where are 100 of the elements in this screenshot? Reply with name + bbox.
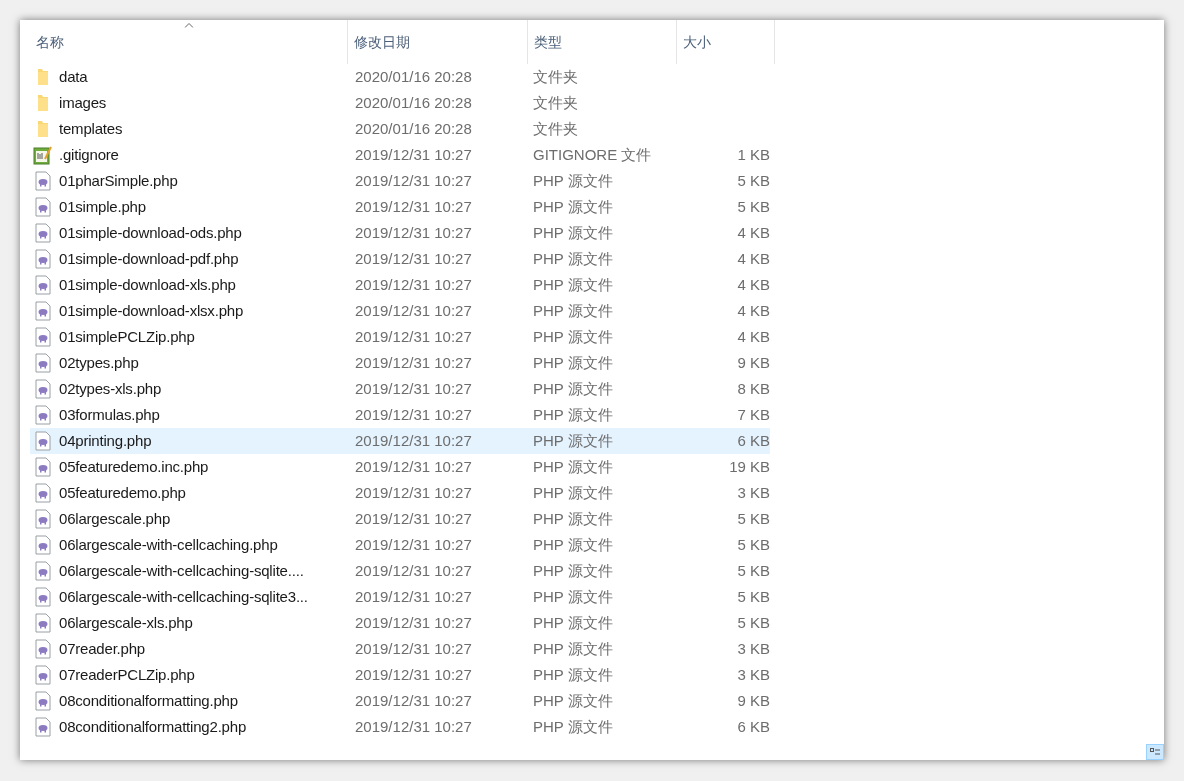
php-file-icon — [35, 301, 51, 321]
file-row[interactable]: 06largescale-xls.php 2019/12/31 10:27 PHP 源文件 5 KB — [30, 610, 770, 636]
file-name: templates — [59, 118, 123, 139]
file-row[interactable]: 01simple-download-ods.php 2019/12/31 10:27 PHP 源文件 4 KB — [30, 220, 770, 246]
file-row[interactable]: 02types.php 2019/12/31 10:27 PHP 源文件 9 KB — [30, 350, 770, 376]
file-name: 02types-xls.php — [59, 378, 162, 399]
file-name: data — [59, 66, 88, 87]
file-type: PHP 源文件 — [533, 639, 613, 657]
file-name: 03formulas.php — [59, 404, 160, 425]
file-row[interactable]: 08conditionalformatting.php 2019/12/31 10:27 PHP 源文件 9 KB — [30, 688, 770, 714]
php-file-icon — [35, 665, 51, 685]
file-row[interactable]: 01pharSimple.php 2019/12/31 10:27 PHP 源文件 5 KB — [30, 168, 770, 194]
modified-date: 2019/12/31 10:27 — [355, 249, 472, 267]
file-row[interactable]: templates 2020/01/16 20:28 文件夹 — [30, 116, 770, 142]
file-row[interactable]: 06largescale-with-cellcaching-sqlite3... 2019/12/31 10:27 PHP 源文件 5 KB — [30, 584, 770, 610]
folder-icon — [36, 94, 50, 112]
column-header[interactable]: 修改日期 — [347, 20, 527, 64]
file-size: 5 KB — [737, 535, 770, 553]
file-row[interactable]: 07readerPCLZip.php 2019/12/31 10:27 PHP 源文件 3 KB — [30, 662, 770, 688]
column-header[interactable]: 名称 — [30, 20, 347, 64]
file-row[interactable]: 01simple-download-xls.php 2019/12/31 10:27 PHP 源文件 4 KB — [30, 272, 770, 298]
column-header[interactable]: 类型 — [527, 20, 676, 64]
modified-date: 2019/12/31 10:27 — [355, 197, 472, 215]
file-name: 01simplePCLZip.php — [59, 326, 195, 347]
column-header[interactable]: 大小 — [676, 20, 775, 64]
file-type: 文件夹 — [533, 67, 578, 85]
file-size: 4 KB — [737, 301, 770, 319]
file-size: 3 KB — [737, 665, 770, 683]
file-row[interactable]: images 2020/01/16 20:28 文件夹 — [30, 90, 770, 116]
file-type: GITIGNORE 文件 — [533, 145, 652, 163]
file-type: PHP 源文件 — [533, 327, 613, 345]
file-size: 5 KB — [737, 613, 770, 631]
file-type: PHP 源文件 — [533, 665, 613, 683]
modified-date: 2019/12/31 10:27 — [355, 171, 472, 189]
file-size: 8 KB — [737, 379, 770, 397]
file-name: 08conditionalformatting.php — [59, 690, 238, 711]
file-type: PHP 源文件 — [533, 275, 613, 293]
notepad-icon — [33, 145, 53, 165]
modified-date: 2019/12/31 10:27 — [355, 561, 472, 579]
file-name: 06largescale-xls.php — [59, 612, 193, 633]
file-name: 07reader.php — [59, 638, 145, 659]
file-row[interactable]: 08conditionalformatting2.php 2019/12/31 10:27 PHP 源文件 6 KB — [30, 714, 770, 740]
modified-date: 2019/12/31 10:27 — [355, 483, 472, 501]
file-size: 4 KB — [737, 327, 770, 345]
file-row[interactable]: 01simplePCLZip.php 2019/12/31 10:27 PHP 源文件 4 KB — [30, 324, 770, 350]
file-size: 6 KB — [737, 717, 770, 735]
modified-date: 2020/01/16 20:28 — [355, 67, 472, 85]
file-row[interactable]: 07reader.php 2019/12/31 10:27 PHP 源文件 3 KB — [30, 636, 770, 662]
file-row[interactable]: 05featuredemo.php 2019/12/31 10:27 PHP 源文件 3 KB — [30, 480, 770, 506]
file-size: 9 KB — [737, 353, 770, 371]
file-type: PHP 源文件 — [533, 717, 613, 735]
file-row[interactable]: 01simple.php 2019/12/31 10:27 PHP 源文件 5 KB — [30, 194, 770, 220]
file-type: PHP 源文件 — [533, 613, 613, 631]
php-file-icon — [35, 509, 51, 529]
file-name: 05featuredemo.inc.php — [59, 456, 209, 477]
php-file-icon — [35, 457, 51, 477]
modified-date: 2019/12/31 10:27 — [355, 613, 472, 631]
file-row[interactable]: 04printing.php 2019/12/31 10:27 PHP 源文件 6 KB — [30, 428, 770, 454]
php-file-icon — [35, 379, 51, 399]
file-type: PHP 源文件 — [533, 691, 613, 709]
file-size: 5 KB — [737, 587, 770, 605]
file-type: PHP 源文件 — [533, 561, 613, 579]
file-type: PHP 源文件 — [533, 171, 613, 189]
file-size: 3 KB — [737, 483, 770, 501]
file-type: PHP 源文件 — [533, 405, 613, 423]
file-row[interactable]: 01simple-download-pdf.php 2019/12/31 10:27 PHP 源文件 4 KB — [30, 246, 770, 272]
modified-date: 2019/12/31 10:27 — [355, 535, 472, 553]
file-type: PHP 源文件 — [533, 483, 613, 501]
modified-date: 2019/12/31 10:27 — [355, 405, 472, 423]
php-file-icon — [35, 535, 51, 555]
file-row[interactable]: 02types-xls.php 2019/12/31 10:27 PHP 源文件 8 KB — [30, 376, 770, 402]
php-file-icon — [35, 249, 51, 269]
file-name: 05featuredemo.php — [59, 482, 186, 503]
file-row[interactable]: data 2020/01/16 20:28 文件夹 — [30, 64, 770, 90]
modified-date: 2019/12/31 10:27 — [355, 587, 472, 605]
file-row[interactable]: 06largescale-with-cellcaching-sqlite.... 2019/12/31 10:27 PHP 源文件 5 KB — [30, 558, 770, 584]
folder-icon — [36, 68, 50, 86]
file-name: 01simple-download-xls.php — [59, 274, 236, 295]
file-size: 4 KB — [737, 249, 770, 267]
details-view-button[interactable] — [1146, 744, 1164, 760]
modified-date: 2019/12/31 10:27 — [355, 639, 472, 657]
file-row[interactable]: 03formulas.php 2019/12/31 10:27 PHP 源文件 7 KB — [30, 402, 770, 428]
file-row[interactable]: 05featuredemo.inc.php 2019/12/31 10:27 PHP 源文件 19 KB — [30, 454, 770, 480]
file-type: 文件夹 — [533, 119, 578, 137]
file-row[interactable]: 06largescale.php 2019/12/31 10:27 PHP 源文件 5 KB — [30, 506, 770, 532]
file-row[interactable]: 01simple-download-xlsx.php 2019/12/31 10:27 PHP 源文件 4 KB — [30, 298, 770, 324]
modified-date: 2019/12/31 10:27 — [355, 353, 472, 371]
file-type: PHP 源文件 — [533, 197, 613, 215]
file-name: 07readerPCLZip.php — [59, 664, 195, 685]
php-file-icon — [35, 327, 51, 347]
modified-date: 2019/12/31 10:27 — [355, 275, 472, 293]
file-name: 01simple-download-ods.php — [59, 222, 242, 243]
file-row[interactable]: .gitignore 2019/12/31 10:27 GITIGNORE 文件 1 KB — [30, 142, 770, 168]
php-file-icon — [35, 639, 51, 659]
details-view-icon — [1150, 748, 1160, 756]
file-type: PHP 源文件 — [533, 249, 613, 267]
file-size: 9 KB — [737, 691, 770, 709]
file-row[interactable]: 06largescale-with-cellcaching.php 2019/12/31 10:27 PHP 源文件 5 KB — [30, 532, 770, 558]
file-name: 01simple.php — [59, 196, 146, 217]
file-name: 01simple-download-xlsx.php — [59, 300, 244, 321]
